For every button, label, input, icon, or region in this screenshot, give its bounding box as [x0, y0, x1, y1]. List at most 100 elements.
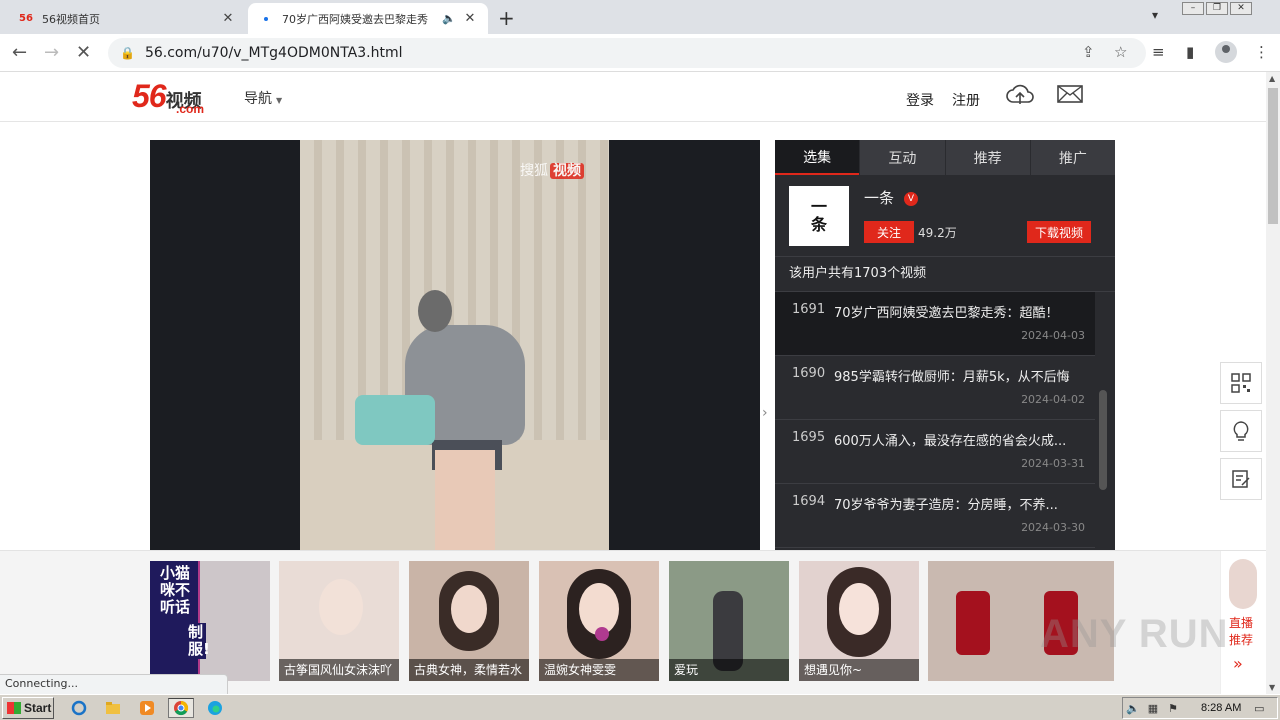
minimize-icon[interactable]: –: [1182, 2, 1204, 15]
live-card[interactable]: 爱玩: [669, 561, 789, 681]
close-window-icon[interactable]: ✕: [1230, 2, 1252, 15]
volume-icon[interactable]: 🔈: [1123, 702, 1143, 715]
lightbulb-icon: [1233, 421, 1249, 441]
playlist-panel: 选集 互动 推荐 推广 一 条 一条 V 关注 49.2万 下载视频 该用户共有1…: [775, 140, 1115, 550]
scroll-thumb[interactable]: [1268, 88, 1278, 224]
tab-episodes[interactable]: 选集: [775, 140, 860, 175]
tab-title: 70岁广西阿姨受邀去巴黎走秀: [282, 12, 428, 26]
show-desktop-icon[interactable]: ▭: [1249, 702, 1269, 715]
start-button[interactable]: Start: [2, 697, 54, 719]
live-card[interactable]: 想遇见你~: [799, 561, 919, 681]
video-title: 985学霸转行做厨师：月薪5k，从不后悔: [834, 370, 1070, 385]
nav-label: 导航: [244, 91, 272, 107]
restore-icon[interactable]: ❐: [1206, 2, 1228, 15]
file-explorer-icon[interactable]: [102, 698, 124, 718]
bookmark-star-icon[interactable]: ☆: [1114, 43, 1127, 61]
uploader-avatar[interactable]: 一 条: [789, 186, 849, 246]
nav-dropdown[interactable]: 导航 ▼: [244, 88, 282, 108]
upload-cloud-icon[interactable]: [1005, 82, 1035, 112]
anyrun-watermark: ANY RUN: [1040, 612, 1229, 656]
video-number: 1695: [792, 430, 826, 445]
double-chevron-right-icon[interactable]: »: [1233, 654, 1243, 673]
close-tab-icon[interactable]: ✕: [462, 11, 478, 26]
video-player[interactable]: 搜狐 视频: [150, 140, 760, 550]
feedback-button[interactable]: [1220, 458, 1262, 500]
uploader-name[interactable]: 一条 V: [864, 187, 919, 208]
live-card[interactable]: 古筝国风仙女沫沫吖: [279, 561, 399, 681]
collapse-panel-chevron-icon[interactable]: ›: [762, 405, 768, 421]
list-item[interactable]: 1695 600万人涌入，最没存在感的省会火成... 2024-03-31: [775, 420, 1095, 484]
live-card[interactable]: 古典女神，柔情若水: [409, 561, 529, 681]
login-link[interactable]: 登录: [906, 90, 934, 110]
qr-code-icon: [1231, 373, 1251, 393]
video-scene-head: [418, 290, 452, 332]
list-item[interactable]: 1691 70岁广西阿姨受邀去巴黎走秀：超酷！ 2024-04-03: [775, 292, 1095, 356]
close-tab-icon[interactable]: ✕: [220, 11, 236, 26]
live-card-caption: 古典女神，柔情若水: [409, 659, 529, 681]
video-date: 2024-04-03: [1021, 329, 1085, 342]
back-icon[interactable]: ←: [12, 42, 27, 63]
audio-playing-icon[interactable]: 🔈: [442, 12, 458, 25]
loading-spinner-icon: [258, 11, 274, 27]
video-total-count: 该用户共有1703个视频: [775, 257, 1115, 292]
live-card-caption: 爱玩: [669, 659, 789, 681]
tab-recommend[interactable]: 推荐: [944, 140, 1030, 175]
live-card-promo[interactable]: 小猫咪不听话 制服!: [150, 561, 270, 681]
url-text: 56.com/u70/v_MTg4ODM0NTA3.html: [144, 45, 403, 61]
tab-interact[interactable]: 互动: [859, 140, 945, 175]
stop-loading-icon[interactable]: ✕: [76, 42, 91, 63]
live-anchor-avatar: [1229, 559, 1257, 609]
tab-title: 56视频首页: [42, 12, 100, 26]
profile-avatar-icon[interactable]: [1215, 41, 1237, 63]
forward-icon[interactable]: →: [44, 42, 59, 63]
download-video-button[interactable]: 下载视频: [1027, 221, 1091, 243]
56-favicon-icon: 56: [19, 13, 33, 24]
tab-current-video[interactable]: 70岁广西阿姨受邀去巴黎走秀 🔈 ✕: [248, 3, 488, 34]
video-date: 2024-03-30: [1021, 521, 1085, 534]
clock[interactable]: 8:28 AM: [1201, 702, 1241, 714]
panel-tabs: 选集 互动 推荐 推广: [775, 140, 1115, 175]
internet-explorer-icon[interactable]: [68, 698, 90, 718]
browser-toolbar: ← → ✕ 🔒 56.com/u70/v_MTg4ODM0NTA3.html ⇪…: [0, 34, 1280, 72]
network-icon[interactable]: ▦: [1143, 702, 1163, 715]
page-scrollbar[interactable]: ▲ ▼: [1266, 72, 1280, 694]
scroll-down-icon[interactable]: ▼: [1269, 683, 1275, 692]
side-panel-icon[interactable]: ▮: [1186, 43, 1194, 61]
register-link[interactable]: 注册: [952, 90, 980, 110]
site-logo[interactable]: 56 视频 .com: [132, 78, 205, 116]
promo-vertical-text: 小猫咪不听话: [150, 561, 198, 681]
lock-icon[interactable]: 🔒: [120, 46, 135, 60]
panel-scrollbar[interactable]: [1099, 390, 1107, 490]
video-date: 2024-04-02: [1021, 393, 1085, 406]
tips-button[interactable]: [1220, 410, 1262, 452]
media-player-icon[interactable]: [136, 698, 158, 718]
tab-search-chevron-icon[interactable]: ▾: [1152, 8, 1158, 22]
uploader-card: 一 条 一条 V 关注 49.2万 下载视频: [775, 175, 1115, 257]
video-number: 1690: [792, 366, 826, 381]
chrome-icon[interactable]: [168, 698, 194, 718]
thumbnail-face: [319, 579, 363, 635]
list-item[interactable]: 1690 985学霸转行做厨师：月薪5k，从不后悔 2024-04-02: [775, 356, 1095, 420]
share-icon[interactable]: ⇪: [1082, 43, 1095, 61]
logo-domain: .com: [176, 102, 205, 116]
tab-promote[interactable]: 推广: [1029, 140, 1115, 175]
live-card[interactable]: 温婉女神雯雯: [539, 561, 659, 681]
sohu-video-watermark: 搜狐 视频: [520, 160, 584, 180]
browser-menu-icon[interactable]: ⋮: [1254, 43, 1269, 61]
follow-button[interactable]: 关注: [864, 221, 914, 243]
video-frame[interactable]: 搜狐 视频: [300, 140, 609, 550]
action-center-flag-icon[interactable]: ⚑: [1163, 702, 1183, 715]
address-bar[interactable]: 🔒 56.com/u70/v_MTg4ODM0NTA3.html: [108, 38, 1146, 68]
scroll-up-icon[interactable]: ▲: [1269, 74, 1275, 83]
site-header: 56 视频 .com 导航 ▼ 登录 注册: [0, 72, 1266, 122]
video-list: 1691 70岁广西阿姨受邀去巴黎走秀：超酷！ 2024-04-03 1690 …: [775, 292, 1115, 548]
edge-icon[interactable]: [204, 698, 226, 718]
list-item[interactable]: 1694 70岁爷爷为妻子造房：分房睡，不养... 2024-03-30: [775, 484, 1095, 548]
message-envelope-icon[interactable]: [1056, 82, 1084, 110]
new-tab-button[interactable]: +: [498, 6, 515, 30]
live-recommend-label: 直播 推荐: [1229, 615, 1253, 649]
media-controls-icon[interactable]: ≡: [1152, 43, 1165, 61]
system-tray: 🔈 ▦ ⚑ 8:28 AM ▭: [1122, 697, 1278, 719]
qr-code-button[interactable]: [1220, 362, 1262, 404]
tab-56-home[interactable]: 56 56视频首页 ✕: [8, 3, 246, 34]
